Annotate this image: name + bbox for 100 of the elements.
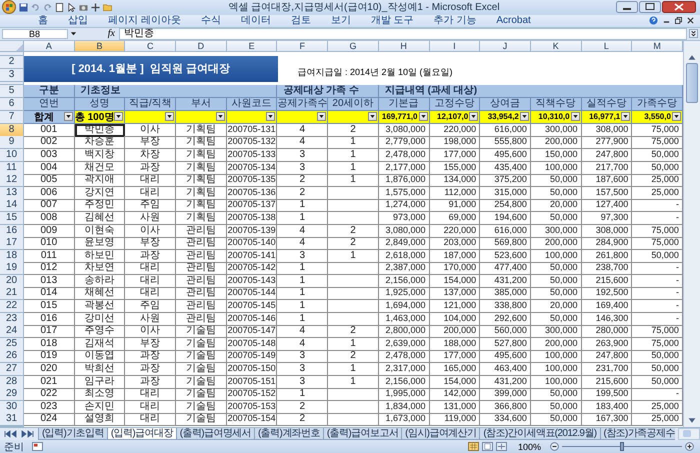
row-header[interactable]: 17 (0, 237, 24, 250)
zoom-in-icon[interactable] (685, 442, 694, 451)
row-header[interactable]: 21 (0, 287, 24, 300)
table-cell (328, 312, 379, 326)
filter-button[interactable] (317, 112, 326, 122)
ribbon-tab[interactable]: 삽입 (60, 14, 96, 27)
filter-button[interactable] (114, 112, 124, 122)
maximize-icon[interactable] (639, 1, 661, 14)
column-header[interactable]: G (328, 40, 379, 52)
save-icon[interactable] (19, 2, 28, 12)
ribbon-tab[interactable]: 추가 기능 (426, 14, 484, 27)
row-header[interactable]: 27 (0, 363, 24, 376)
filter-button[interactable] (266, 112, 276, 122)
horizontal-scrollbar[interactable] (678, 428, 700, 440)
row-header[interactable]: 15 (0, 212, 24, 225)
filter-button[interactable] (570, 112, 580, 122)
ribbon-tab[interactable]: 데이터 (232, 14, 279, 27)
row-header[interactable]: 14 (0, 199, 24, 212)
ribbon-tab[interactable]: 페이지 레이아웃 (100, 14, 189, 27)
row-header[interactable]: 13 (0, 186, 24, 200)
column-header[interactable]: C (125, 40, 176, 52)
table-cell: 관리팀 (176, 274, 227, 288)
sheet-navigation-icon[interactable] (4, 430, 34, 438)
row-header[interactable]: 24 (0, 325, 24, 338)
column-header[interactable]: F (277, 40, 328, 52)
sheet-tab[interactable]: (입력)기초입력 (38, 428, 108, 440)
row-header[interactable]: 7 (0, 110, 24, 124)
row-header[interactable]: 10 (0, 148, 24, 162)
normal-view-icon[interactable] (468, 442, 479, 451)
row-header[interactable]: 19 (0, 262, 24, 276)
row-header[interactable]: 20 (0, 274, 24, 288)
office-logo-icon[interactable] (2, 0, 16, 14)
ribbon-tab[interactable]: 보기 (322, 14, 359, 27)
minimize-icon[interactable] (616, 1, 638, 14)
zoom-out-icon[interactable] (550, 442, 559, 451)
header-cell: 연번 (24, 98, 75, 111)
function-button[interactable]: fx (108, 28, 115, 39)
row-header[interactable]: 9 (0, 136, 24, 150)
page-layout-icon[interactable] (482, 442, 493, 451)
zoom-slider[interactable] (620, 442, 624, 451)
vertical-scrollbar[interactable] (683, 40, 700, 427)
row-header[interactable]: 2 (0, 56, 24, 69)
ribbon-tab[interactable]: 검토 (282, 14, 319, 27)
sheet-tab[interactable]: (출력)급여명세서 (176, 428, 256, 440)
name-box[interactable]: B8 (2, 28, 68, 39)
close-icon[interactable] (662, 1, 696, 14)
column-header[interactable]: A (24, 40, 75, 52)
scroll-thumb[interactable] (683, 430, 691, 437)
column-header[interactable]: D (176, 40, 227, 52)
sheet-tab[interactable]: (참조)간이세액표(2012.9월) (479, 428, 601, 440)
table-cell: 1 (277, 312, 328, 326)
filter-button[interactable] (672, 112, 681, 122)
expand-icon[interactable] (689, 29, 698, 38)
sheet-tab[interactable]: (출력)계좌번호 (254, 428, 324, 440)
caret-icon[interactable] (70, 30, 77, 38)
filter-button[interactable] (368, 112, 377, 122)
row-header[interactable]: 8 (0, 124, 24, 137)
row-header[interactable]: 25 (0, 338, 24, 351)
filter-button[interactable] (216, 112, 225, 122)
table-cell: 1 (328, 376, 379, 389)
row-header[interactable]: 31 (0, 413, 24, 426)
filter-button[interactable] (469, 112, 478, 122)
filter-button[interactable] (418, 112, 428, 122)
ribbon-tab[interactable]: Acrobat (488, 14, 539, 27)
document-icon[interactable] (55, 2, 64, 12)
ribbon-tab[interactable]: 개발 도구 (362, 14, 422, 27)
ribbon-tab[interactable]: 홈 (30, 14, 56, 27)
row-header[interactable]: 28 (0, 376, 24, 389)
column-header[interactable]: M (632, 40, 683, 52)
row-header[interactable]: 12 (0, 174, 24, 188)
sheet-tab[interactable]: (참조)가족공제수 (600, 428, 675, 440)
row-header[interactable]: 6 (0, 98, 24, 111)
sheet-tab[interactable]: (입력)급여대장 (106, 428, 177, 440)
ribbon-tab[interactable]: 수식 (192, 14, 229, 27)
row-header[interactable]: 3 (0, 68, 24, 82)
row-header[interactable]: 18 (0, 250, 24, 263)
restore-icon[interactable] (675, 17, 682, 24)
filter-button[interactable] (520, 112, 529, 122)
formula-field[interactable]: 박민종 (119, 28, 687, 40)
help-icon[interactable] (649, 16, 658, 26)
row-header[interactable]: 5 (0, 84, 24, 98)
row-header[interactable]: 26 (0, 350, 24, 364)
row-header[interactable]: 29 (0, 388, 24, 402)
page-break-icon[interactable] (496, 442, 507, 451)
scroll-down-icon[interactable] (686, 416, 698, 425)
row-header[interactable]: 23 (0, 312, 24, 326)
row-header[interactable]: 30 (0, 400, 24, 414)
column-header[interactable]: J (480, 40, 531, 52)
scroll-thumb[interactable] (686, 62, 698, 103)
filter-button[interactable] (64, 112, 73, 122)
close-icon[interactable] (687, 17, 694, 24)
row-header[interactable]: 22 (0, 300, 24, 314)
filter-button[interactable] (621, 112, 630, 122)
macro-record-icon[interactable] (32, 442, 43, 451)
sheet-tab[interactable]: (임시)급여계산기 (401, 428, 480, 440)
cursor-icon[interactable] (67, 2, 76, 12)
sheet-tab[interactable]: (출력)급여보고서 (322, 428, 402, 440)
filter-button[interactable] (165, 112, 174, 122)
row-header[interactable]: 11 (0, 162, 24, 175)
row-header[interactable]: 16 (0, 224, 24, 238)
